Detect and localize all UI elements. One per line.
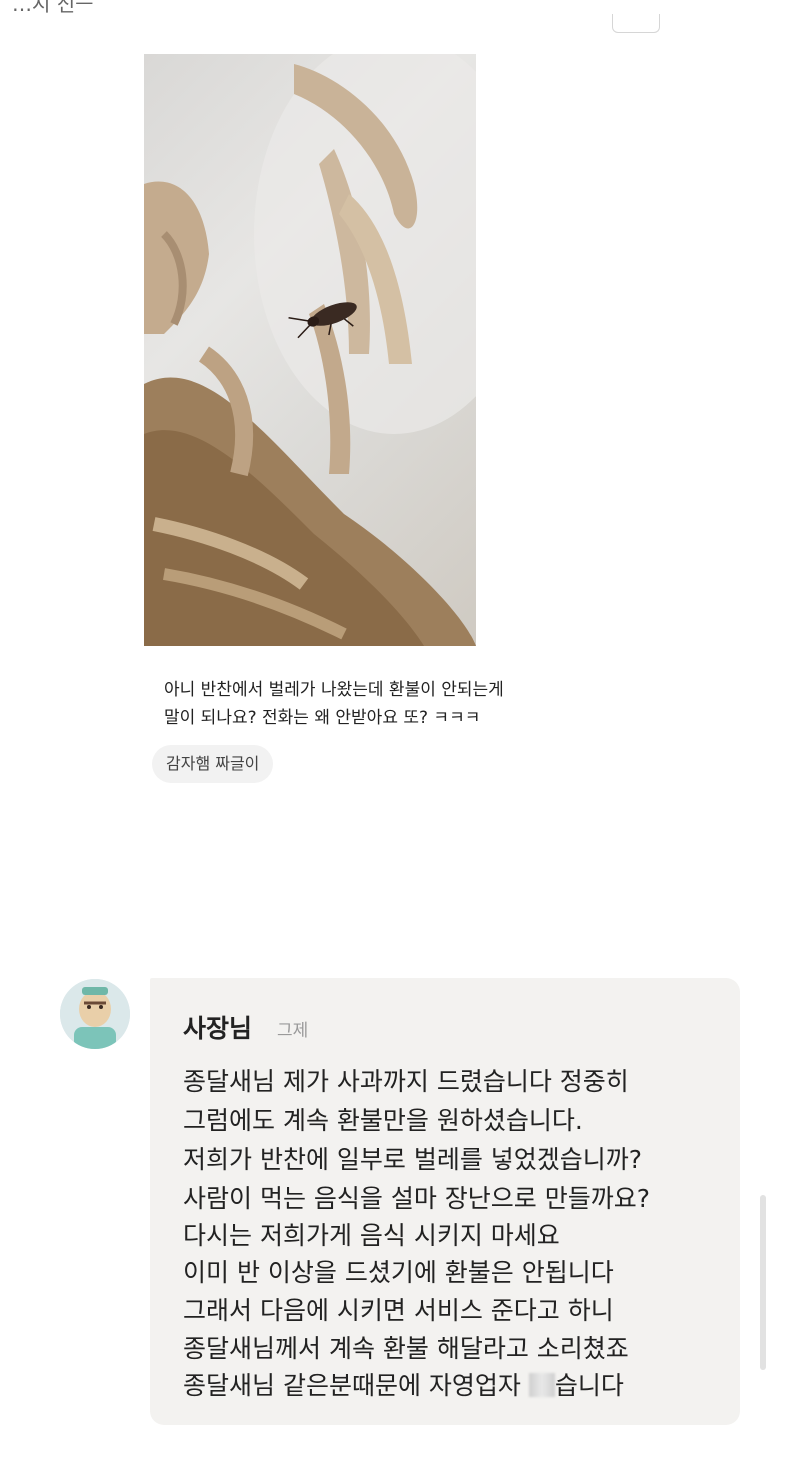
review-photo[interactable]: [144, 54, 476, 646]
review-text: 아니 반찬에서 벌레가 나왔는데 환불이 안되는게 말이 되나요? 전화는 왜 …: [164, 680, 504, 728]
reply-line: 종달새님 제가 사과까지 드렸습니다 정중히: [183, 1067, 629, 1096]
menu-chip[interactable]: 감자햄 짜글이: [152, 745, 274, 783]
reply-author: 사장님: [183, 1014, 253, 1043]
reply-line: 이미 반 이상을 드셨기에 환불은 안됩니다: [183, 1258, 614, 1287]
reply-last-line-start: 종달새님 같은분때문에 자영업자: [183, 1371, 529, 1400]
reply-line: 사람이 먹는 음식을 설마 장난으로 만들까요?: [183, 1184, 651, 1213]
reply-line: 다시는 저희가게 음식 시키지 마세요: [183, 1221, 560, 1250]
reply-line: 그래서 다음에 시키면 서비스 준다고 하니: [183, 1296, 614, 1325]
reply-last-line-end: 습니다: [554, 1371, 624, 1400]
reply-time: 그제: [277, 1021, 309, 1041]
food-photo-illustration: [144, 54, 476, 646]
owner-avatar-icon: [60, 979, 130, 1049]
reply-line: 종달새님께서 계속 환불 해달라고 소리쳤죠: [183, 1334, 629, 1363]
reply-line: 저희가 반찬에 일부로 벌레를 넣었겠습니까?: [183, 1145, 643, 1174]
reply-line: 그럼에도 계속 환불만을 원하셨습니다.: [183, 1106, 583, 1135]
cropped-header-text: …시 신ㅡ: [12, 0, 94, 16]
scrollbar[interactable]: [760, 1195, 766, 1370]
reply-line-last: 종달새님 같은분때문에 자영업자 습니다: [183, 1366, 624, 1402]
censored-blur: [528, 1373, 555, 1397]
cropped-top-button[interactable]: [612, 14, 660, 33]
